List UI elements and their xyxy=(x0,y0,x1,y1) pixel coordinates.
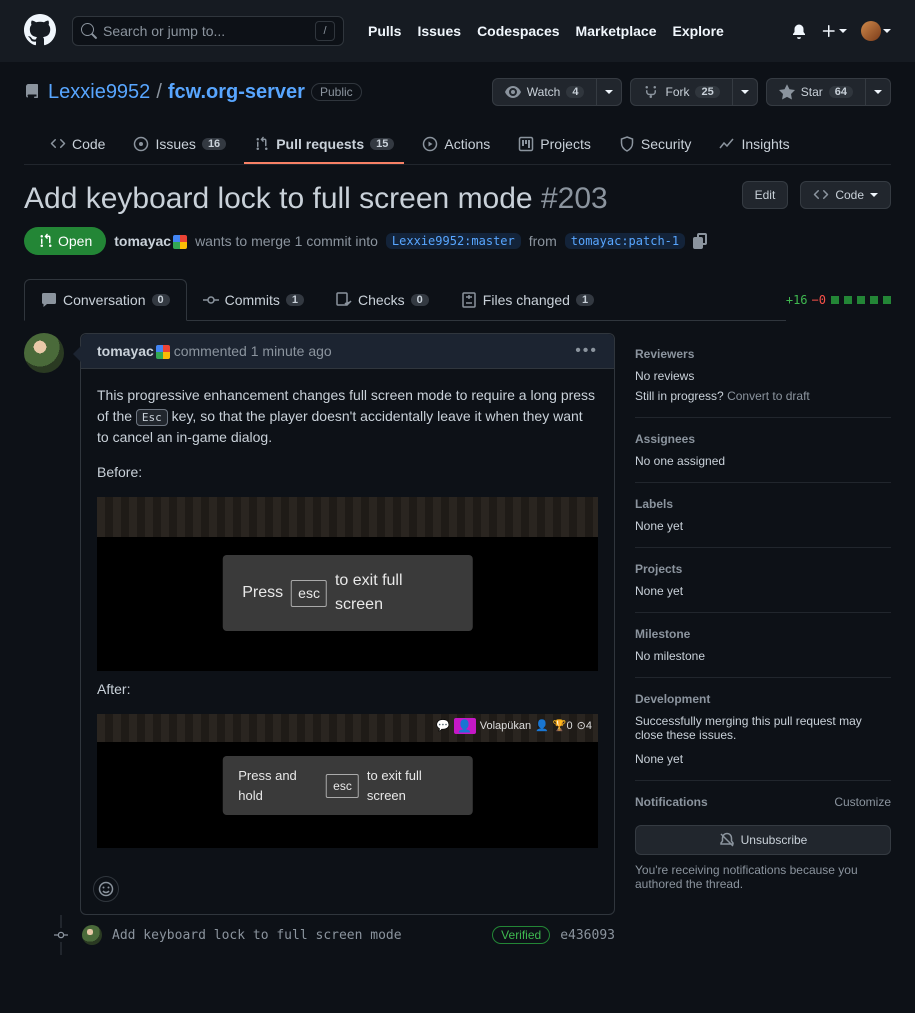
verified-badge[interactable]: Verified xyxy=(492,926,550,944)
tab-issues[interactable]: Issues16 xyxy=(123,126,236,164)
commit-message[interactable]: Add keyboard lock to full screen mode xyxy=(112,928,482,943)
nav-codespaces[interactable]: Codespaces xyxy=(477,23,559,39)
copy-icon[interactable] xyxy=(693,233,709,249)
fork-icon xyxy=(643,84,659,100)
star-dropdown[interactable] xyxy=(866,78,891,106)
user-menu[interactable] xyxy=(861,21,891,41)
base-branch[interactable]: Lexxie9952:master xyxy=(386,233,521,249)
diffstat: +16 −0 xyxy=(786,293,891,307)
merge-info-1: wants to merge 1 commit into xyxy=(195,233,378,249)
create-new-icon[interactable] xyxy=(821,23,847,39)
checklist-icon xyxy=(336,292,352,308)
bell-slash-icon xyxy=(719,832,735,848)
before-label: Before: xyxy=(97,462,598,483)
comment-icon xyxy=(41,292,57,308)
sidebar-reviewers[interactable]: Reviewers No reviews Still in progress? … xyxy=(635,333,891,418)
comment-time: commented 1 minute ago xyxy=(174,343,332,359)
nav-issues[interactable]: Issues xyxy=(417,23,461,39)
pr-state-badge: Open xyxy=(24,227,106,255)
merge-info-2: from xyxy=(529,233,557,249)
code-icon xyxy=(813,187,829,203)
convert-to-draft-link[interactable]: Convert to draft xyxy=(727,389,810,403)
customize-link[interactable]: Customize xyxy=(834,795,891,817)
slash-key-icon: / xyxy=(315,21,335,41)
pr-title: Add keyboard lock to full screen mode #2… xyxy=(24,181,730,217)
github-logo-icon[interactable] xyxy=(24,14,56,49)
fork-button[interactable]: Fork 25 xyxy=(630,78,732,106)
head-branch[interactable]: tomayac:patch-1 xyxy=(565,233,685,249)
commit-dot-icon xyxy=(54,928,68,942)
comment-menu-icon[interactable]: ••• xyxy=(575,342,598,360)
star-button[interactable]: Star 64 xyxy=(766,78,866,106)
notifications-icon[interactable] xyxy=(791,23,807,39)
smiley-icon xyxy=(98,881,114,897)
watch-dropdown[interactable] xyxy=(597,78,622,106)
sidebar-assignees[interactable]: Assignees No one assigned xyxy=(635,418,891,483)
notification-reason: You're receiving notifications because y… xyxy=(635,863,891,891)
sidebar-notifications: Notifications Customize Unsubscribe You'… xyxy=(635,781,891,905)
comment-avatar[interactable] xyxy=(24,333,64,373)
after-screenshot[interactable]: 💬 👤 Volapükan 👤 🏆0 ⊙4 Press and hold esc xyxy=(97,714,598,848)
visibility-badge: Public xyxy=(311,83,362,101)
org-badge-icon xyxy=(173,235,187,249)
tab-insights[interactable]: Insights xyxy=(709,126,799,164)
star-icon xyxy=(779,84,795,100)
chat-bubble-icon: 💬 xyxy=(436,718,450,735)
comment-paragraph: This progressive enhancement changes ful… xyxy=(97,385,598,448)
edit-button[interactable]: Edit xyxy=(742,181,789,209)
game-hud: 💬 👤 Volapükan 👤 🏆0 ⊙4 xyxy=(436,718,592,735)
nav-marketplace[interactable]: Marketplace xyxy=(576,23,657,39)
after-label: After: xyxy=(97,679,598,700)
sidebar-milestone[interactable]: Milestone No milestone xyxy=(635,613,891,678)
file-diff-icon xyxy=(461,292,477,308)
tab-projects[interactable]: Projects xyxy=(508,126,601,164)
search-icon xyxy=(81,23,97,39)
path-separator: / xyxy=(156,81,162,104)
tab-actions[interactable]: Actions xyxy=(412,126,500,164)
comment-container: tomayac commented 1 minute ago ••• This … xyxy=(80,333,615,915)
subtab-checks[interactable]: Checks0 xyxy=(320,279,445,320)
tab-pull-requests[interactable]: Pull requests15 xyxy=(244,126,404,164)
add-reaction-button[interactable] xyxy=(93,876,119,902)
pr-author[interactable]: tomayac xyxy=(114,233,187,249)
nav-pulls[interactable]: Pulls xyxy=(368,23,401,39)
org-badge-icon xyxy=(156,345,170,359)
commit-row[interactable]: Add keyboard lock to full screen mode Ve… xyxy=(24,915,615,955)
before-screenshot[interactable]: Press esc to exit full screen xyxy=(97,497,598,671)
commit-icon xyxy=(203,292,219,308)
flag-icon: 👤 xyxy=(454,718,476,734)
tab-code[interactable]: Code xyxy=(40,126,115,164)
search-input[interactable]: Search or jump to... / xyxy=(72,16,344,46)
user-avatar-icon xyxy=(861,21,881,41)
search-placeholder: Search or jump to... xyxy=(103,23,225,39)
unsubscribe-button[interactable]: Unsubscribe xyxy=(635,825,891,855)
repo-owner-link[interactable]: Lexxie9952 xyxy=(48,81,150,104)
comment-author[interactable]: tomayac xyxy=(97,343,170,359)
subtab-commits[interactable]: Commits1 xyxy=(187,279,320,320)
subtab-conversation[interactable]: Conversation0 xyxy=(24,279,187,321)
commit-avatar xyxy=(82,925,102,945)
code-dropdown-button[interactable]: Code xyxy=(800,181,891,209)
sidebar-projects[interactable]: Projects None yet xyxy=(635,548,891,613)
tab-security[interactable]: Security xyxy=(609,126,702,164)
commit-sha[interactable]: e436093 xyxy=(560,928,615,943)
sidebar-development[interactable]: Development Successfully merging this pu… xyxy=(635,678,891,781)
repo-icon xyxy=(24,84,40,100)
sidebar-labels[interactable]: Labels None yet xyxy=(635,483,891,548)
subtab-files[interactable]: Files changed1 xyxy=(445,279,610,320)
repo-name-link[interactable]: fcw.org-server xyxy=(168,81,305,104)
nav-explore[interactable]: Explore xyxy=(672,23,723,39)
watch-button[interactable]: Watch 4 xyxy=(492,78,598,106)
pr-icon xyxy=(38,233,54,249)
eye-icon xyxy=(505,84,521,100)
fork-dropdown[interactable] xyxy=(733,78,758,106)
